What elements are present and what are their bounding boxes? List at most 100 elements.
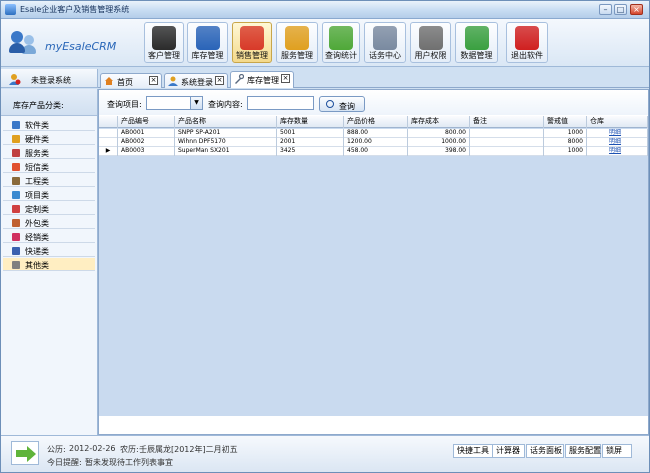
detail-link[interactable]: 明细 xyxy=(609,147,621,154)
category-icon xyxy=(12,149,20,157)
column-header[interactable]: 库存成本 xyxy=(408,116,470,128)
toolbar-button-label: 客户管理 xyxy=(148,51,180,60)
query-field-select[interactable]: ▼ xyxy=(146,96,203,110)
minimize-button[interactable]: – xyxy=(599,4,612,15)
sidebar-item-label: 经销类 xyxy=(25,233,49,242)
table-cell: 800.00 xyxy=(408,129,470,138)
arrow-right-icon[interactable] xyxy=(11,441,39,465)
sidebar-item-5[interactable]: 项目类 xyxy=(3,188,95,201)
quick-tool-button-1[interactable]: 话务面板 xyxy=(526,444,564,458)
table-cell: 1000 xyxy=(544,129,587,138)
search-button[interactable]: 查询 xyxy=(319,96,365,112)
query-content-input[interactable] xyxy=(247,96,314,110)
row-selector[interactable] xyxy=(99,129,118,138)
sidebar-title: 库存产品分类: xyxy=(13,101,64,110)
row-selector[interactable] xyxy=(99,138,118,147)
category-icon xyxy=(12,219,20,227)
inventory-panel: 查询项目: ▼ 查询内容: 查询 产品编号 产品名称 库存数量 产品价格 库存成本 备注警… xyxy=(98,89,649,460)
column-header[interactable]: 产品名称 xyxy=(175,116,277,128)
toolbar-button-3[interactable]: 服务管理 xyxy=(276,22,318,63)
sidebar-item-10[interactable]: 其他类 xyxy=(3,258,95,271)
sidebar-item-7[interactable]: 外包类 xyxy=(3,216,95,229)
tab-inventory-close-button[interactable]: × xyxy=(281,74,290,83)
date-label: 公历: xyxy=(47,445,66,454)
category-icon xyxy=(12,247,20,255)
column-header[interactable]: 仓库 xyxy=(587,116,648,128)
column-header[interactable]: 警戒值 xyxy=(544,116,587,128)
toolbar-button-8[interactable]: 退出软件 xyxy=(506,22,548,63)
sidebar-item-3[interactable]: 短信类 xyxy=(3,160,95,173)
date-value: 2012-02-26 xyxy=(69,444,116,453)
table-cell: SuperMan SX201 xyxy=(175,147,277,156)
main-window: Esale企业客户及销售管理系统 – □ × myEsaleCRM 客户管理 库存… xyxy=(0,0,650,473)
sidebar-item-0[interactable]: 软件类 xyxy=(3,118,95,131)
sidebar-item-label: 快递类 xyxy=(25,247,49,256)
tab-login-close-button[interactable]: × xyxy=(215,76,224,85)
toolbar-button-0[interactable]: 客户管理 xyxy=(144,22,184,63)
toolbar-button-label: 退出软件 xyxy=(511,51,543,60)
sidebar-item-8[interactable]: 经销类 xyxy=(3,230,95,243)
quick-tool-button-0[interactable]: 计算器 xyxy=(492,444,525,458)
category-icon xyxy=(12,205,20,213)
sidebar-item-4[interactable]: 工程类 xyxy=(3,174,95,187)
toolbar-button-label: 销售管理 xyxy=(236,51,268,60)
column-header[interactable]: 备注 xyxy=(470,116,544,128)
sidebar-item-6[interactable]: 定制类 xyxy=(3,202,95,215)
tab-login-label: 系统登录 xyxy=(181,78,213,87)
toolbar-button-4[interactable]: 查询统计 xyxy=(322,22,360,63)
sidebar-item-1[interactable]: 硬件类 xyxy=(3,132,95,145)
toolbar-button-7[interactable]: 数据管理 xyxy=(455,22,498,63)
crm-logo-icon xyxy=(9,29,37,57)
sidebar-item-label: 软件类 xyxy=(25,121,49,130)
tab-login[interactable]: 系统登录 × xyxy=(164,73,228,88)
tab-home-label: 首页 xyxy=(117,78,133,87)
tab-inventory-label: 库存管理 xyxy=(247,76,279,85)
power-icon xyxy=(515,26,539,50)
quick-tool-button-3[interactable]: 锁屏 xyxy=(602,444,632,458)
grid-corner xyxy=(99,116,118,128)
column-header[interactable]: 产品价格 xyxy=(344,116,408,128)
toolbar-button-2[interactable]: 销售管理 xyxy=(232,22,272,63)
sidebar-item-2[interactable]: 服务类 xyxy=(3,146,95,159)
query-content-label: 查询内容: xyxy=(208,100,243,109)
tool-icon xyxy=(235,74,244,84)
category-icon xyxy=(12,191,20,199)
sidebar-item-label: 短信类 xyxy=(25,163,49,172)
chevron-down-icon[interactable]: ▼ xyxy=(190,97,202,109)
table-cell: 1000 xyxy=(544,147,587,156)
table-row[interactable]: AB0002 Wihnn DPF5170 2001 1200.00 1000.00 800… xyxy=(99,138,648,147)
table-row[interactable]: AB0001 SNPP SP-A201 5001 888.00 800.00 1000 明细 xyxy=(99,129,648,138)
detail-link[interactable]: 明细 xyxy=(609,138,621,145)
detail-link[interactable]: 明细 xyxy=(609,129,621,136)
table-cell: AB0001 xyxy=(118,129,175,138)
row-selector[interactable]: ▶ xyxy=(99,147,118,156)
maximize-button[interactable]: □ xyxy=(614,4,627,15)
toolbar-button-label: 数据管理 xyxy=(460,51,493,60)
lunar-label: 农历: xyxy=(120,445,139,454)
sidebar-item-9[interactable]: 快递类 xyxy=(3,244,95,257)
column-header[interactable]: 产品编号 xyxy=(118,116,175,128)
toolbar-button-1[interactable]: 库存管理 xyxy=(187,22,228,63)
inventory-grid: 产品编号 产品名称 库存数量 产品价格 库存成本 备注 警戒值 仓库 AB0001 SNPP S… xyxy=(99,116,648,460)
quick-tool-button-2[interactable]: 服务配置 xyxy=(565,444,601,458)
table-row[interactable]: ▶ AB0003 SuperMan SX201 3425 458.00 398.00 100… xyxy=(99,147,648,156)
lunar-value: 壬辰属龙[2012年]二月初五 xyxy=(139,445,238,454)
close-button[interactable]: × xyxy=(630,4,643,15)
category-icon xyxy=(12,121,20,129)
home-icon xyxy=(105,77,113,85)
column-header[interactable]: 库存数量 xyxy=(277,116,344,128)
grid-header: 产品编号 产品名称 库存数量 产品价格 库存成本 备注 警戒值 仓库 xyxy=(99,116,648,128)
user-docs-icon xyxy=(418,26,443,50)
table-cell: 明细 xyxy=(587,147,648,156)
tab-inventory[interactable]: 库存管理 × xyxy=(230,71,294,88)
toolbar-button-6[interactable]: 用户权限 xyxy=(410,22,451,63)
sidebar-header: 库存产品分类: xyxy=(1,89,97,116)
tab-home[interactable]: 首页 × xyxy=(100,73,162,88)
tab-home-close-button[interactable]: × xyxy=(149,76,158,85)
query-bar: 查询项目: ▼ 查询内容: 查询 xyxy=(99,90,648,115)
query-field-label: 查询项目: xyxy=(107,100,142,109)
toolbar-button-label: 服务管理 xyxy=(281,51,313,60)
toolbar-button-5[interactable]: 话务中心 xyxy=(364,22,406,63)
sidebar-item-label: 项目类 xyxy=(25,191,49,200)
app-name: myEsaleCRM xyxy=(45,40,117,53)
